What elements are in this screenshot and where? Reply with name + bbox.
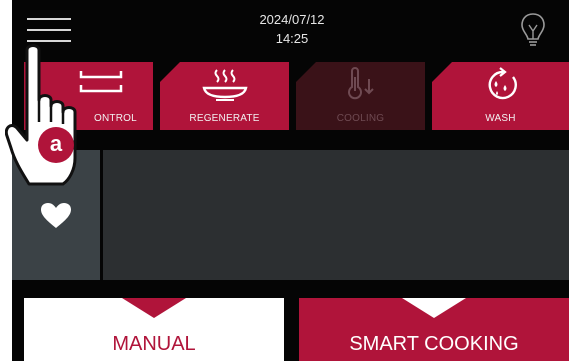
manual-label: MANUAL [112,333,196,355]
annotation-badge: a [38,127,74,163]
date-text: 2024/07/12 [259,12,325,27]
wash-cycle-icon [488,67,517,100]
date-time-display: 2024/07/12 14:25 [232,10,352,48]
chevron-down-icon [122,298,186,318]
tab-regenerate[interactable]: REGENERATE [160,62,289,130]
chevron-down-icon [402,298,466,318]
heart-icon [41,203,71,228]
manual-button[interactable]: MANUAL [24,298,284,361]
pointing-hand-icon [4,40,101,190]
time-text: 14:25 [275,31,309,46]
tab-label: WASH [485,113,516,124]
favorites-content-panel [103,150,569,280]
smart-cooking-button[interactable]: SMART COOKING [299,298,569,361]
tab-cooling: COOLING [296,62,425,130]
plate-steam-icon [202,69,247,101]
thermometer-down-icon [347,67,374,100]
tab-label: REGENERATE [189,113,260,124]
light-button[interactable] [520,12,546,52]
tab-label: ONTROL [94,113,137,124]
smart-cooking-label: SMART COOKING [349,333,519,355]
tab-label: COOLING [336,113,385,124]
lightbulb-icon [521,13,545,46]
tab-wash[interactable]: WASH [432,62,569,130]
